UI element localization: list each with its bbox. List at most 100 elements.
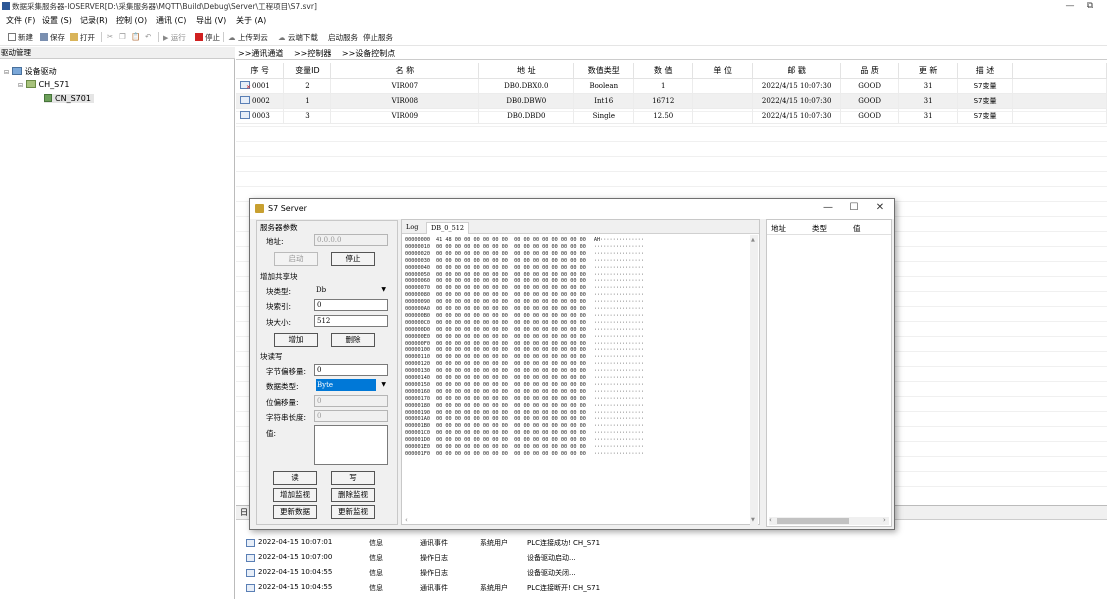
address-input[interactable]: 0.0.0.0 <box>314 234 388 246</box>
write-button[interactable]: 写 <box>331 471 375 485</box>
save-icon <box>40 33 48 41</box>
dropdown-arrow-icon: ▼ <box>381 286 386 293</box>
toolbar-start-service-button[interactable]: 启动服务 <box>328 32 358 43</box>
col-header[interactable]: 更 新 <box>898 63 959 79</box>
hex-row: 000000B0 00 00 00 00 00 00 00 00 00 00 00… <box>405 312 644 319</box>
hex-row: 00000030 00 00 00 00 00 00 00 00 00 00 00… <box>405 257 644 264</box>
toolbar-download-button[interactable]: ☁ 云端下载 <box>278 32 318 43</box>
hex-row: 000001B0 00 00 00 00 00 00 00 00 00 00 00… <box>405 423 644 430</box>
menu-record[interactable]: 记录(R) <box>80 15 108 26</box>
toolbar-stop-button[interactable]: 停止 <box>195 32 220 43</box>
tab-db-0-512[interactable]: DB_0_512 <box>426 222 470 234</box>
collapse-icon[interactable]: ⊟ <box>18 82 23 89</box>
hex-row: 00000060 00 00 00 00 00 00 00 00 00 00 00… <box>405 278 644 285</box>
dialog-minimize-button[interactable]: — <box>818 202 838 213</box>
block-size-input[interactable]: 512 <box>314 315 388 327</box>
undo-icon[interactable]: ↶ <box>145 32 151 41</box>
stop-icon <box>195 33 203 41</box>
block-type-select[interactable]: Db ▼ <box>314 284 388 296</box>
tab-log[interactable]: Log <box>402 222 422 234</box>
menu-control[interactable]: 控制 (O) <box>116 15 147 26</box>
toolbar-upload-button[interactable]: ☁ 上传到云 <box>228 32 268 43</box>
string-length-input[interactable]: 0 <box>314 410 388 422</box>
update-watch-button[interactable]: 更新监视 <box>331 505 375 519</box>
table-row[interactable]: ✕ 0001 2 VIR007 DB0.DBX0.0 Boolean 1 2022/4/15… <box>236 78 1107 94</box>
menu-export[interactable]: 导出 (V) <box>196 15 226 26</box>
hex-row: 00000160 00 00 00 00 00 00 00 00 00 00 00… <box>405 388 644 395</box>
log-row[interactable]: 2022-04-15 10:04:55 信息 操作日志 设备驱动关闭... <box>244 566 1104 580</box>
scroll-up-icon[interactable]: ▲ <box>751 237 755 243</box>
col-header[interactable]: 地 址 <box>478 63 575 79</box>
watch-horizontal-scrollbar[interactable]: ‹ › <box>769 516 889 525</box>
byte-offset-input[interactable]: 0 <box>314 364 388 376</box>
hex-row: 000000D0 00 00 00 00 00 00 00 00 00 00 00… <box>405 326 644 333</box>
delete-watch-button[interactable]: 删除监视 <box>331 488 375 502</box>
start-server-button[interactable]: 启动 <box>274 252 318 266</box>
toolbar-save-button[interactable]: 保存 <box>40 32 65 43</box>
menu-bar: 文件 (F) 设置 (S) 记录(R) 控制 (O) 通讯 (C) 导出 (V)… <box>0 13 1107 27</box>
hex-row: 00000120 00 00 00 00 00 00 00 00 00 00 00… <box>405 361 644 368</box>
collapse-icon[interactable]: ⊟ <box>4 69 9 76</box>
log-row[interactable]: 2022-04-15 10:07:01 信息 通讯事件 系统用户 PLC连接成功! CH… <box>244 536 1104 550</box>
bit-offset-input[interactable]: 0 <box>314 395 388 407</box>
stop-server-button[interactable]: 停止 <box>331 252 375 266</box>
menu-settings[interactable]: 设置 (S) <box>42 15 72 26</box>
col-header[interactable]: 邮 戳 <box>752 63 842 79</box>
breadcrumb-channel[interactable]: >>通讯通道 <box>238 49 283 58</box>
log-row[interactable]: 2022-04-15 10:07:00 信息 操作日志 设备驱动启动... <box>244 551 1104 565</box>
breadcrumb-points[interactable]: >>设备控制点 <box>342 49 395 58</box>
update-data-button[interactable]: 更新数据 <box>273 505 317 519</box>
hex-row: 00000100 00 00 00 00 00 00 00 00 00 00 00… <box>405 347 644 354</box>
toolbar-new-button[interactable]: 新建 <box>8 32 33 43</box>
col-header[interactable]: 名 称 <box>330 63 480 79</box>
watch-col-type[interactable]: 类型 <box>812 223 827 234</box>
delete-block-button[interactable]: 删除 <box>331 333 375 347</box>
toolbar-open-button[interactable]: 打开 <box>70 32 95 43</box>
scroll-thumb[interactable] <box>777 518 849 524</box>
scroll-left-icon[interactable]: ‹ <box>405 516 408 524</box>
breadcrumb-controller[interactable]: >>控制器 <box>294 49 331 58</box>
block-index-input[interactable]: 0 <box>314 299 388 311</box>
menu-file[interactable]: 文件 (F) <box>6 15 35 26</box>
col-header[interactable]: 数值类型 <box>573 63 635 79</box>
value-textarea[interactable] <box>314 425 388 465</box>
watch-col-address[interactable]: 地址 <box>771 223 786 234</box>
add-watch-button[interactable]: 增加监视 <box>273 488 317 502</box>
variable-grid: 序 号 变量ID 名 称 地 址 数值类型 数 值 单 位 邮 戳 品 质 更 … <box>236 63 1107 124</box>
log-entry-icon <box>246 584 255 592</box>
toolbar-run-button[interactable]: ▶ 运行 <box>163 32 186 43</box>
dialog-close-button[interactable]: ✕ <box>870 202 890 213</box>
table-row[interactable]: 0003 3 VIR009 DB0.DBD0 Single 12.50 2022/4/15… <box>236 108 1107 124</box>
toolbar-stop-service-button[interactable]: 停止服务 <box>363 32 393 43</box>
col-header[interactable]: 单 位 <box>692 63 754 79</box>
tree-node-device[interactable]: CN_S701 <box>44 94 94 103</box>
tree-node-channel[interactable]: ⊟ CH_S71 <box>18 80 69 89</box>
paste-icon[interactable]: 📋 <box>131 32 140 41</box>
log-row[interactable]: 2022-04-15 10:04:55 信息 通讯事件 系统用户 PLC连接断开! CH… <box>244 581 1104 595</box>
hex-vertical-scrollbar[interactable]: ▲ ▼ <box>750 235 758 525</box>
col-header[interactable]: 描 述 <box>957 63 1014 79</box>
copy-icon[interactable]: ❐ <box>119 32 126 41</box>
scroll-down-icon[interactable]: ▼ <box>751 517 755 523</box>
read-button[interactable]: 读 <box>273 471 317 485</box>
scroll-left-icon[interactable]: ‹ <box>769 516 772 524</box>
data-type-select[interactable]: Byte ▼ <box>314 379 388 391</box>
table-row[interactable]: 0002 1 VIR008 DB0.DBW0 Int16 16712 2022/4/15 … <box>236 93 1107 109</box>
menu-about[interactable]: 关于 (A) <box>236 15 266 26</box>
col-header[interactable]: 品 质 <box>840 63 900 79</box>
dialog-maximize-button[interactable]: ☐ <box>844 202 864 213</box>
add-block-button[interactable]: 增加 <box>274 333 318 347</box>
scroll-right-icon[interactable]: › <box>883 516 886 524</box>
hex-row: 000000E0 00 00 00 00 00 00 00 00 00 00 00… <box>405 333 644 340</box>
col-header[interactable]: 变量ID <box>283 63 332 79</box>
col-header[interactable]: 序 号 <box>236 63 285 79</box>
rw-group: 块读写 <box>260 352 283 361</box>
restore-button[interactable]: ⧉ <box>1080 0 1100 12</box>
tree-node-root[interactable]: ⊟ 设备驱动 <box>4 66 57 77</box>
col-header[interactable]: 数 值 <box>633 63 694 79</box>
hex-row: 00000000 41 48 00 00 00 00 00 00 00 00 00… <box>405 237 644 243</box>
cut-icon[interactable]: ✂ <box>107 32 113 41</box>
minimize-button[interactable]: — <box>1060 0 1080 12</box>
watch-col-value[interactable]: 值 <box>853 223 861 234</box>
menu-comm[interactable]: 通讯 (C) <box>156 15 186 26</box>
